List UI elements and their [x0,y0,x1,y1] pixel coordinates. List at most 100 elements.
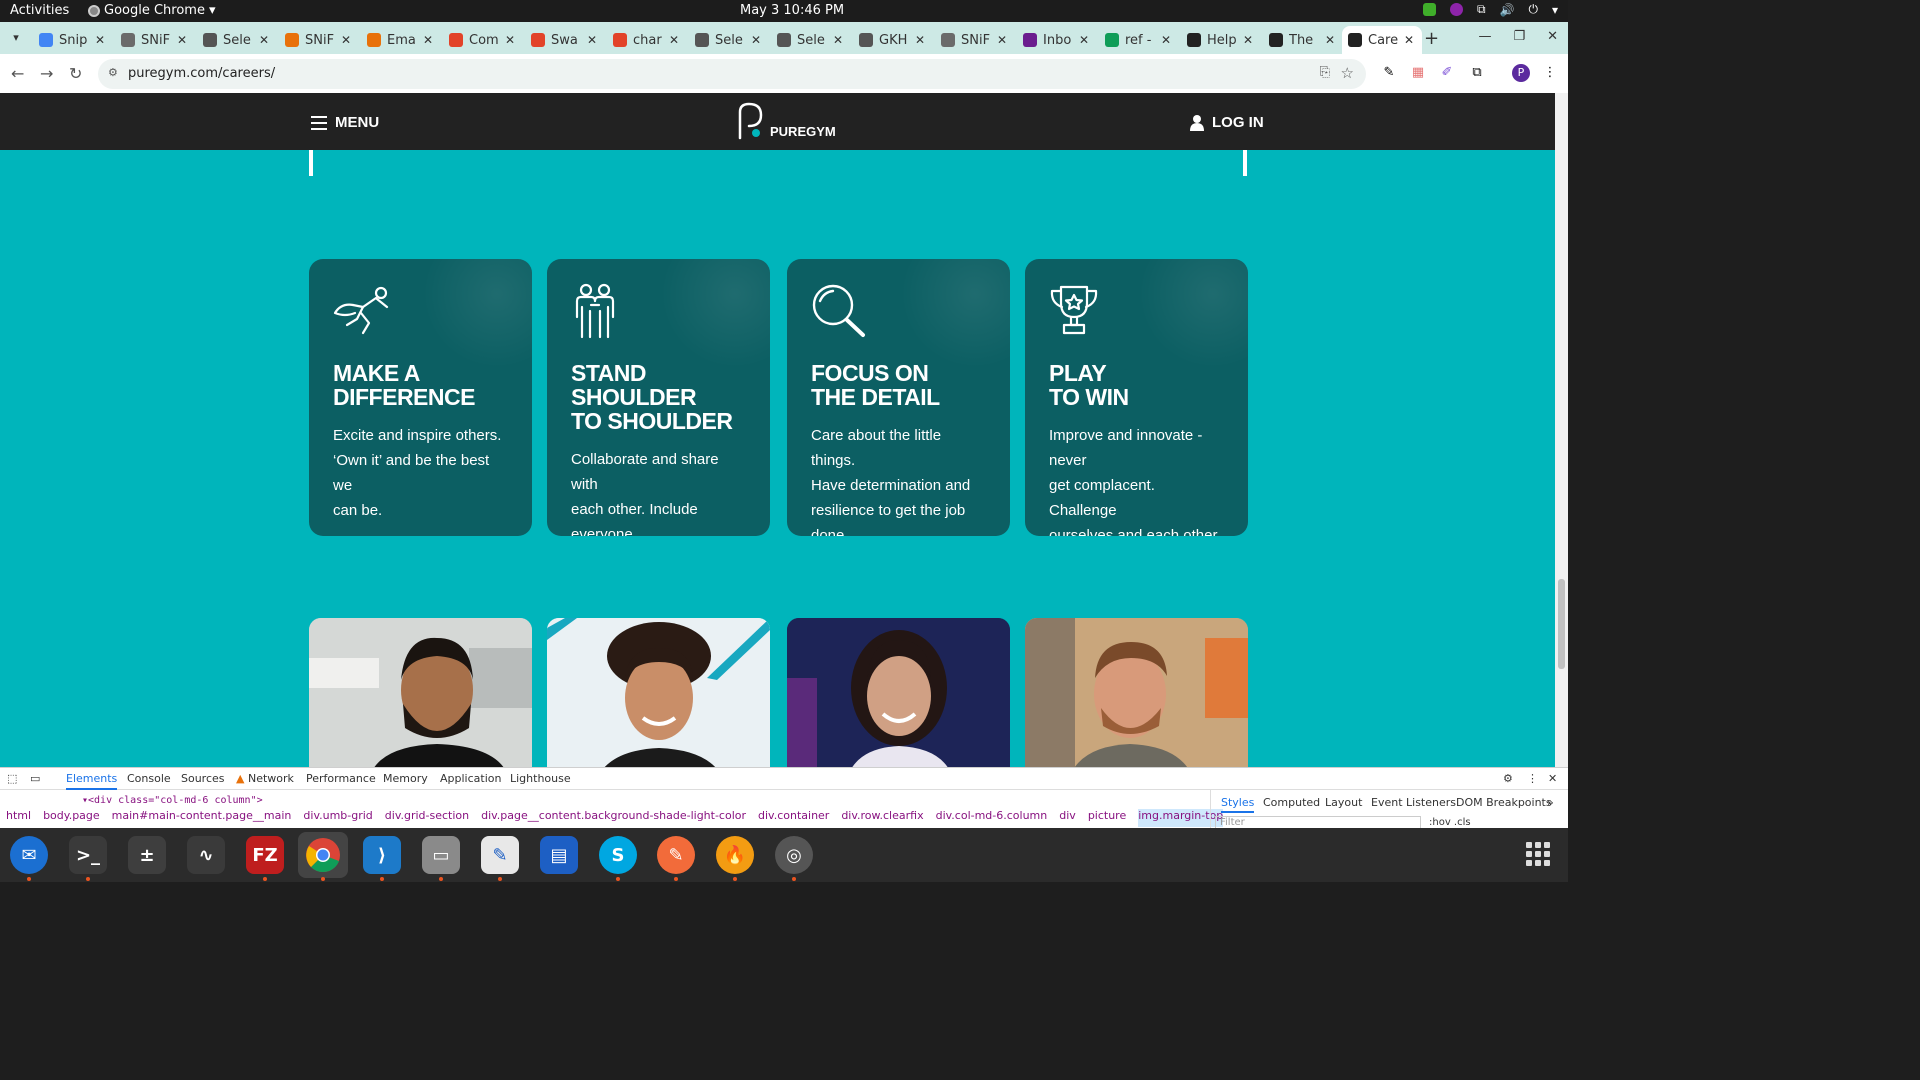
tab-close-icon[interactable]: ✕ [585,33,599,47]
network-icon[interactable]: ⧉ [1477,2,1486,17]
state-class-toggles[interactable]: :hov .cls [1429,817,1471,828]
devtools-tab-sources[interactable]: Sources [181,772,225,785]
tab-close-icon[interactable]: ✕ [175,33,189,47]
tab-close-icon[interactable]: ✕ [749,33,763,47]
terminal-icon[interactable]: >_ [69,836,107,874]
device-toolbar-icon[interactable]: ▭ [30,772,40,785]
vscode-icon[interactable]: ⟩ [363,836,401,874]
libreoffice-writer-icon[interactable]: ▤ [540,836,578,874]
browser-tab[interactable]: The ✕ [1263,26,1343,54]
calendar-extension-icon[interactable]: ▦ [1410,65,1426,81]
tab-close-icon[interactable]: ✕ [257,33,271,47]
tab-search-button[interactable]: ▾ [6,28,26,48]
breadcrumb-item[interactable]: div.umb-grid [303,809,372,827]
tab-close-icon[interactable]: ✕ [421,33,435,47]
system-tray[interactable]: ⧉ 🔊 ⏻ ▾ [1422,2,1558,17]
breadcrumb-item[interactable]: html [6,809,31,827]
devtools-tab-elements[interactable]: Elements [66,772,118,790]
devtools-tab-console[interactable]: Console [127,772,171,785]
files-icon[interactable]: ▭ [422,836,460,874]
power-icon[interactable]: ⏻ [1528,2,1538,17]
browser-tab[interactable]: GKH ✕ [853,26,933,54]
layout-tab[interactable]: Layout [1325,796,1362,809]
login-button[interactable]: LOG IN [1190,114,1264,131]
new-tab-button[interactable]: + [1424,28,1439,49]
bookmark-star-icon[interactable]: ☆ [1341,64,1354,82]
computed-tab[interactable]: Computed [1263,796,1320,809]
reload-icon[interactable]: ↻ [69,64,82,83]
page-scrollbar[interactable] [1555,93,1568,767]
browser-tab[interactable]: Inbo ✕ [1017,26,1097,54]
tab-close-icon[interactable]: ✕ [1402,33,1416,47]
browser-tab[interactable]: char ✕ [607,26,687,54]
browser-tab[interactable]: SNiF ✕ [935,26,1015,54]
activities-button[interactable]: Activities [10,3,69,18]
chevron-down-icon[interactable]: ▾ [1552,3,1558,17]
browser-tab[interactable]: Sele ✕ [689,26,769,54]
firefox-icon[interactable]: 🔥 [716,836,754,874]
filezilla-icon[interactable]: FZ [246,836,284,874]
site-info-icon[interactable]: ⚙ [108,66,122,80]
extension-tray-icon[interactable] [1449,3,1463,16]
browser-tab[interactable]: Ema ✕ [361,26,441,54]
breadcrumb-item[interactable]: div.col-md-6.column [936,809,1048,827]
browser-tab[interactable]: Swa ✕ [525,26,605,54]
browser-tab[interactable]: Sele ✕ [197,26,277,54]
address-bar[interactable]: ⚙ puregym.com/careers/ ⎘ ☆ [98,59,1366,89]
tab-close-icon[interactable]: ✕ [1077,33,1091,47]
browser-tab[interactable]: SNiF ✕ [279,26,359,54]
restore-icon[interactable]: ❐ [1513,29,1525,44]
back-icon[interactable]: ← [11,64,24,83]
install-app-icon[interactable]: ⎘ [1320,65,1330,80]
breadcrumb-item[interactable]: div [1059,809,1076,827]
devtools-tab-performance[interactable]: Performance [306,772,376,785]
chrome-dock-icon[interactable] [298,832,348,878]
close-devtools-icon[interactable]: ✕ [1548,772,1557,785]
system-monitor-icon[interactable]: ∿ [187,836,225,874]
scrollbar-thumb[interactable] [1558,579,1565,669]
devtools-more-icon[interactable]: ⋮ [1527,772,1538,785]
tab-close-icon[interactable]: ✕ [1323,33,1337,47]
volume-icon[interactable]: 🔊 [1500,3,1515,17]
browser-tab[interactable]: Help ✕ [1181,26,1261,54]
more-tabs-icon[interactable]: » [1547,796,1554,809]
url-text[interactable]: puregym.com/careers/ [128,66,275,81]
app-menu[interactable]: Google Chrome ▾ [88,3,216,18]
profile-avatar[interactable]: P [1512,64,1530,82]
breadcrumb-item[interactable]: div.row.clearfix [841,809,923,827]
puregym-logo[interactable]: PUREGYM [736,102,836,140]
breadcrumb-item[interactable]: picture [1088,809,1126,827]
disk-icon[interactable]: ◎ [775,836,813,874]
browser-tab[interactable]: Sele ✕ [771,26,851,54]
devtools-tab-application[interactable]: Application [440,772,501,785]
skype-icon[interactable]: S [599,836,637,874]
tab-close-icon[interactable]: ✕ [913,33,927,47]
breadcrumb-item[interactable]: div.grid-section [385,809,469,827]
browser-tab[interactable]: Com ✕ [443,26,523,54]
eyedropper-extension-icon[interactable]: ✎ [1381,65,1397,81]
calculator-icon[interactable]: ± [128,836,166,874]
thunderbird-icon[interactable]: ✉ [10,836,48,874]
devtools-tab-network[interactable]: Network [248,772,294,785]
dom-breakpoints-tab[interactable]: DOM Breakpoints [1456,796,1552,809]
browser-tab[interactable]: ref - ✕ [1099,26,1179,54]
tab-close-icon[interactable]: ✕ [995,33,1009,47]
minimize-icon[interactable]: — [1478,29,1491,44]
breadcrumb-item[interactable]: main#main-content.page__main [112,809,292,827]
close-icon[interactable]: ✕ [1547,29,1558,44]
breadcrumb-item[interactable]: div.container [758,809,829,827]
dom-node[interactable]: ▾<div class="col-md-6 column"> [82,795,263,806]
tab-close-icon[interactable]: ✕ [831,33,845,47]
forward-icon[interactable]: → [40,64,53,83]
menu-button[interactable]: MENU [311,114,379,131]
browser-tab[interactable]: SNiF ✕ [115,26,195,54]
clock[interactable]: May 3 10:46 PM [740,3,844,18]
browser-tab[interactable]: Care ✕ [1342,26,1422,54]
devtools-tab-memory[interactable]: Memory [383,772,428,785]
text-editor-icon[interactable]: ✎ [481,836,519,874]
tab-close-icon[interactable]: ✕ [667,33,681,47]
update-icon[interactable] [1422,3,1436,16]
tab-close-icon[interactable]: ✕ [339,33,353,47]
postman-icon[interactable]: ✎ [657,836,695,874]
breadcrumb-item[interactable]: body.page [43,809,100,827]
